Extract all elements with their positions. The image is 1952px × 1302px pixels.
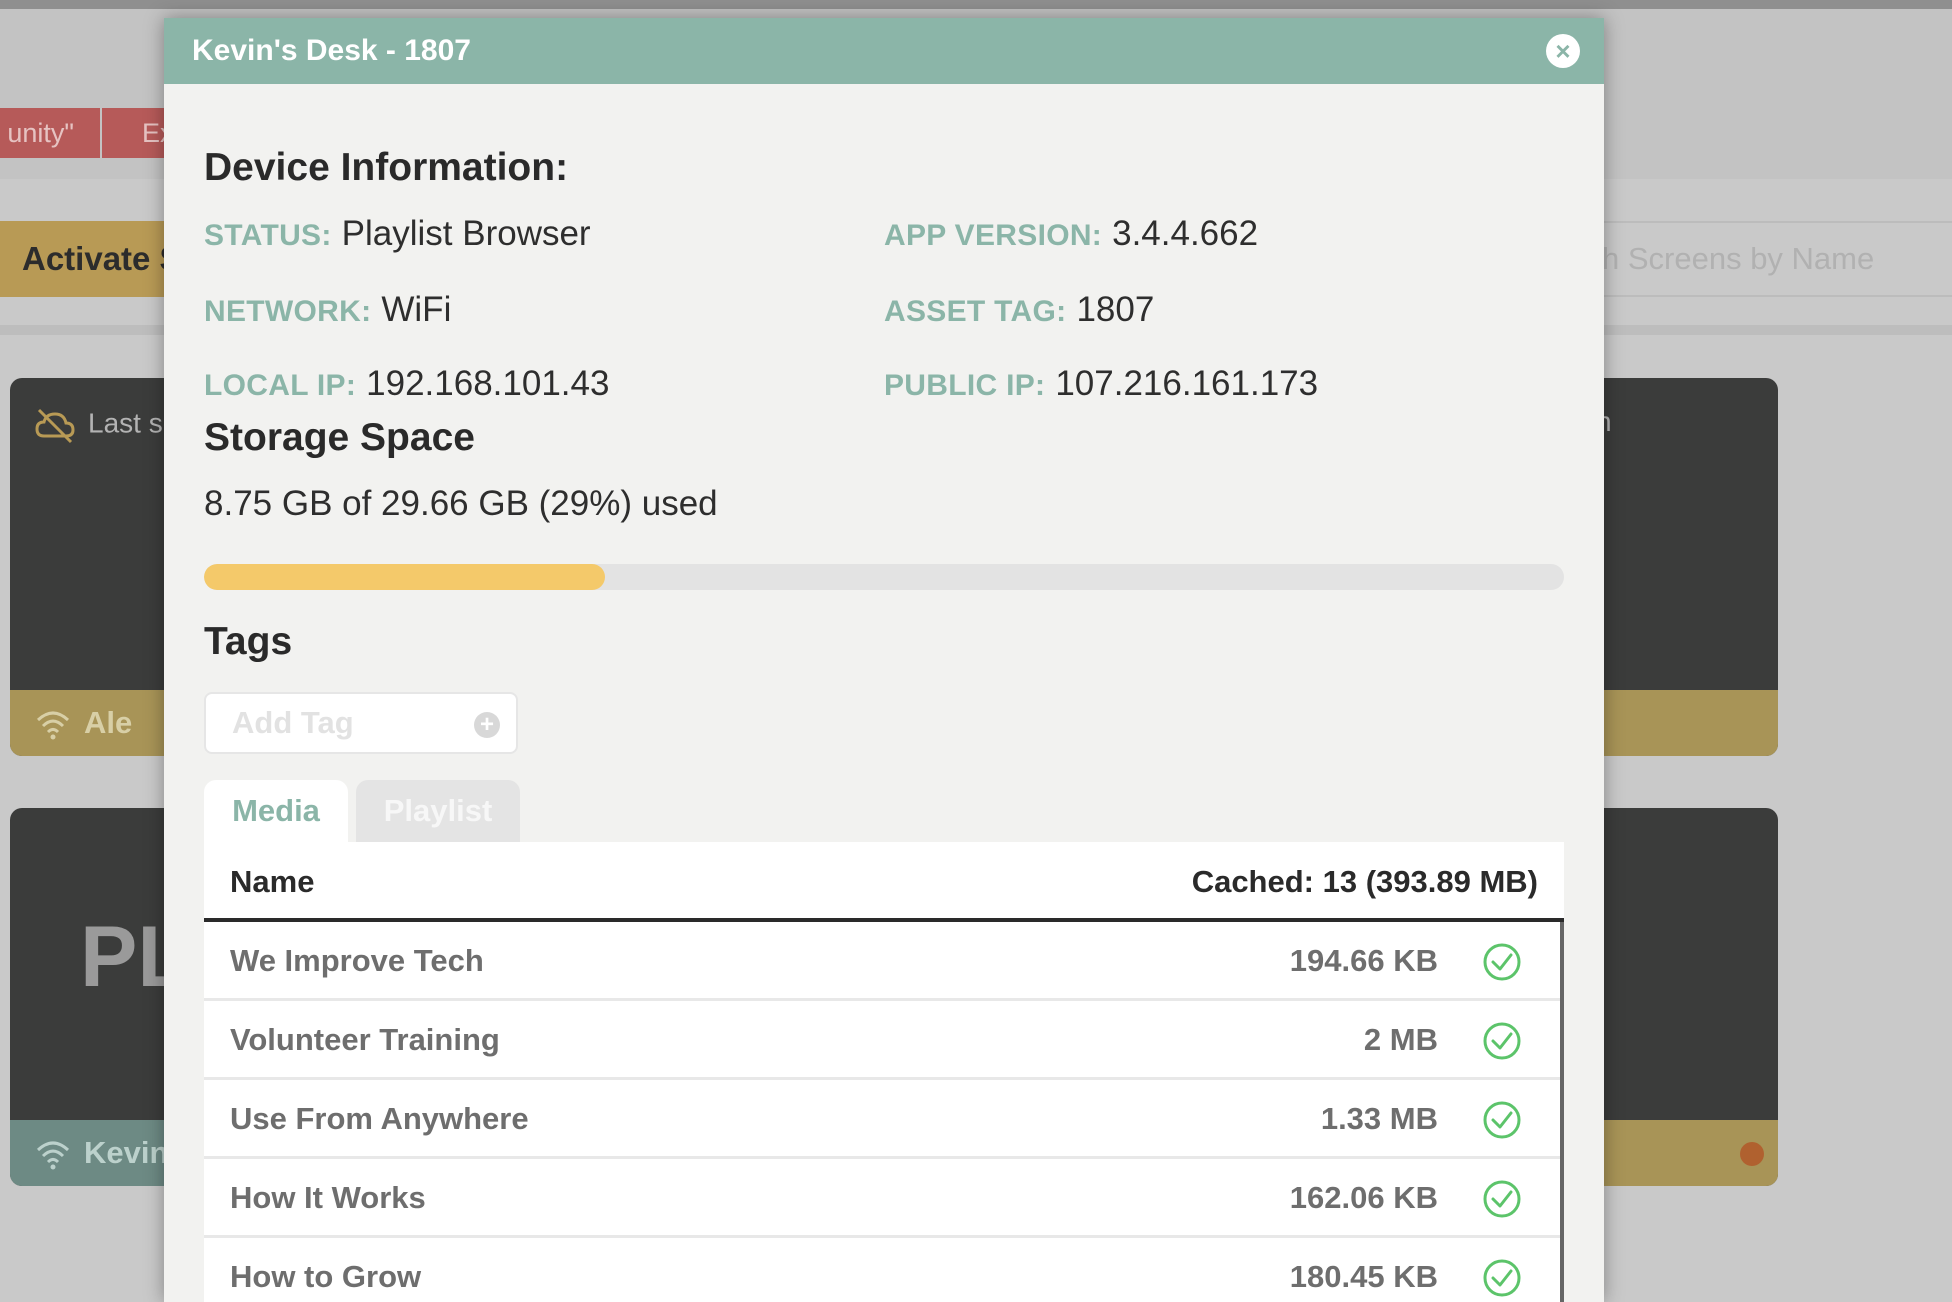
column-header-name[interactable]: Name (230, 842, 314, 922)
search-screens-input[interactable]: h Screens by Name (1560, 221, 1952, 297)
tab-playlist[interactable]: Playlist (356, 780, 520, 842)
modal-header: Kevin's Desk - 1807 × (164, 18, 1604, 84)
device-information-heading: Device Information: (204, 146, 569, 189)
asset-tag-value: 1807 (1076, 290, 1155, 329)
last-seen-text: Last se (34, 406, 178, 444)
wifi-icon (36, 711, 70, 740)
close-icon[interactable]: × (1546, 34, 1580, 68)
asset-tag-field: ASSET TAG: 1807 (884, 290, 1154, 330)
table-row[interactable]: We Improve Tech 194.66 KB (204, 922, 1560, 1001)
media-size: 162.06 KB (1289, 1180, 1438, 1215)
table-row[interactable]: Volunteer Training 2 MB (204, 1001, 1560, 1080)
cloud-off-icon (35, 408, 75, 444)
cached-check-icon (1483, 1101, 1521, 1139)
app-version-label: APP VERSION: (884, 219, 1103, 252)
media-name: How It Works (230, 1180, 426, 1215)
storage-progress-fill (204, 564, 606, 590)
add-tag-plus-icon[interactable]: + (474, 712, 500, 738)
wifi-icon (36, 1141, 70, 1170)
cached-check-icon (1483, 943, 1521, 981)
table-row[interactable]: Use From Anywhere 1.33 MB (204, 1080, 1560, 1159)
window-top-border (0, 0, 1952, 9)
network-value: WiFi (381, 290, 452, 329)
cached-check-icon (1483, 1022, 1521, 1060)
add-tag-input[interactable] (204, 692, 518, 754)
table-row[interactable]: How to Grow 180.45 KB (204, 1238, 1560, 1302)
local-ip-value: 192.168.101.43 (366, 364, 610, 403)
public-ip-value: 107.216.161.173 (1055, 364, 1319, 403)
public-ip-label: PUBLIC IP: (884, 369, 1046, 402)
media-name: Use From Anywhere (230, 1101, 529, 1136)
media-size: 194.66 KB (1289, 943, 1438, 978)
storage-progress-bar (204, 564, 1564, 590)
media-name: Volunteer Training (230, 1022, 500, 1057)
status-field: STATUS: Playlist Browser (204, 214, 591, 254)
cached-check-icon (1483, 1180, 1521, 1218)
status-value: Playlist Browser (341, 214, 591, 253)
app-version-value: 3.4.4.662 (1112, 214, 1259, 253)
network-label: NETWORK: (204, 295, 372, 328)
storage-usage-text: 8.75 GB of 29.66 GB (29%) used (204, 484, 718, 523)
background-tab-1[interactable]: unity" (0, 108, 100, 158)
tags-heading: Tags (204, 620, 293, 663)
column-header-cached: Cached: 13 (393.89 MB) (1191, 864, 1538, 899)
activate-screen-button[interactable]: Activate S (0, 221, 190, 297)
media-size: 2 MB (1363, 1022, 1438, 1057)
status-dot (1740, 1142, 1764, 1166)
tab-media[interactable]: Media (204, 780, 348, 842)
card-footer-right (1588, 1120, 1778, 1186)
media-size: 180.45 KB (1289, 1259, 1438, 1294)
media-name: We Improve Tech (230, 943, 484, 978)
status-label: STATUS: (204, 219, 332, 252)
media-name: How to Grow (230, 1259, 422, 1294)
cached-check-icon (1483, 1259, 1521, 1297)
modal-title: Kevin's Desk - 1807 (192, 34, 471, 67)
local-ip-label: LOCAL IP: (204, 369, 357, 402)
network-field: NETWORK: WiFi (204, 290, 451, 330)
asset-tag-label: ASSET TAG: (884, 295, 1067, 328)
storage-space-heading: Storage Space (204, 416, 475, 459)
media-size: 1.33 MB (1320, 1101, 1438, 1136)
media-table: Name Cached: 13 (393.89 MB) We Improve T… (204, 842, 1564, 1302)
table-row[interactable]: How It Works 162.06 KB (204, 1159, 1560, 1238)
device-modal: Kevin's Desk - 1807 × Device Information… (164, 18, 1604, 1302)
table-body: We Improve Tech 194.66 KB Volunteer Traini… (204, 922, 1564, 1302)
app-version-field: APP VERSION: 3.4.4.662 (884, 214, 1258, 254)
public-ip-field: PUBLIC IP: 107.216.161.173 (884, 364, 1318, 404)
table-header: Name Cached: 13 (393.89 MB) (204, 842, 1564, 922)
local-ip-field: LOCAL IP: 192.168.101.43 (204, 364, 609, 404)
